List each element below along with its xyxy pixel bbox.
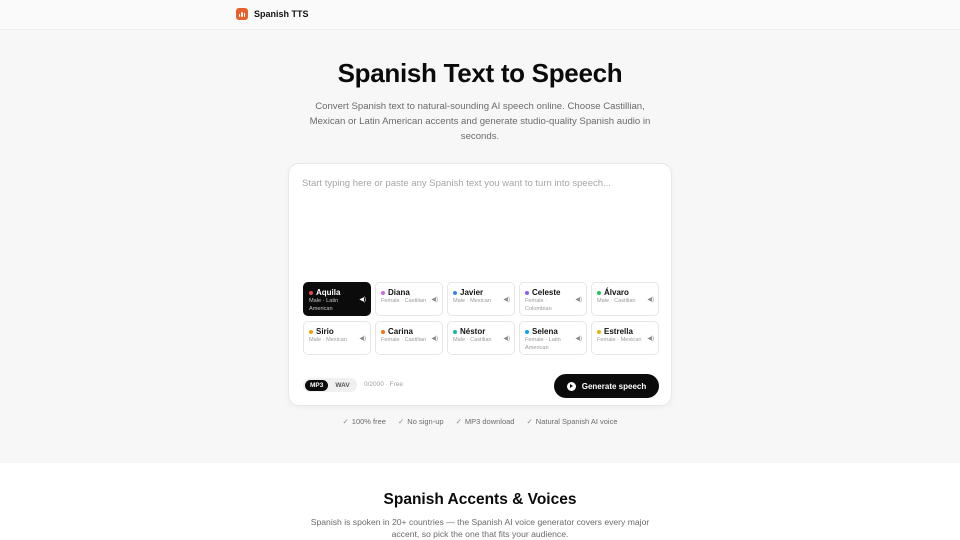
voice-name-label: Aquila (316, 288, 341, 297)
feature-item: ✓ No sign-up (398, 417, 444, 426)
play-icon (566, 381, 576, 391)
voice-color-dot (453, 329, 457, 334)
voice-name-label: Néstor (460, 327, 486, 336)
voice-name-label: Carina (388, 327, 413, 336)
voice-color-dot (525, 329, 529, 334)
brand-link[interactable]: Spanish TTS (236, 8, 309, 20)
speaker-icon[interactable]: ◀) (431, 296, 438, 303)
voice-card[interactable]: Javier Male · Mexican ◀) (447, 282, 515, 316)
check-icon: ✓ (342, 417, 349, 426)
voice-name: Javier (453, 288, 483, 297)
voice-meta: Female · Latin American (525, 337, 561, 351)
voice-color-dot (453, 290, 457, 295)
speaker-icon[interactable]: ◀) (359, 296, 366, 303)
voice-meta: Female · Castilian (381, 337, 427, 343)
voice-meta: Male · Castilian (453, 337, 492, 343)
feature-label: MP3 download (464, 417, 515, 426)
speaker-icon[interactable]: ◀) (647, 335, 654, 342)
feature-label: No sign-up (407, 417, 444, 426)
navbar: Spanish TTS (0, 0, 960, 30)
format-toggle: MP3 WAV (303, 378, 357, 392)
generate-speech-button[interactable]: Generate speech (554, 374, 659, 398)
voice-meta: Female · Mexican (597, 337, 642, 343)
voice-card[interactable]: Estrella Female · Mexican ◀) (591, 321, 659, 355)
voice-name: Estrella (597, 327, 633, 336)
accents-section-title: Spanish Accents & Voices (383, 491, 577, 508)
voice-name: Carina (381, 327, 413, 336)
feature-label: 100% free (351, 417, 386, 426)
format-mp3-button[interactable]: MP3 (305, 379, 329, 391)
voice-color-dot (381, 290, 385, 295)
voice-card[interactable]: Diana Female · Castilian ◀) (375, 282, 443, 316)
speaker-icon[interactable]: ◀) (575, 296, 582, 303)
page-title: Spanish Text to Speech (337, 58, 623, 88)
voice-name: Álvaro (597, 288, 629, 297)
voice-meta: Female · Colombian (525, 298, 552, 312)
format-wav-button[interactable]: WAV (330, 380, 354, 391)
voice-color-dot (597, 290, 601, 295)
check-icon: ✓ (455, 417, 462, 426)
voice-name: Aquila (309, 288, 340, 297)
brand-name: Spanish TTS (254, 9, 309, 19)
voice-name-label: Álvaro (604, 288, 629, 297)
voice-card[interactable]: Celeste Female · Colombian ◀) (519, 282, 587, 316)
feature-item: ✓ MP3 download (456, 417, 515, 426)
feature-item: ✓ Natural Spanish AI voice (526, 417, 617, 426)
speaker-icon[interactable]: ◀) (359, 335, 366, 342)
voice-name: Selena (525, 327, 558, 336)
voice-name: Sirio (309, 327, 334, 336)
voice-meta: Female · Castilian (381, 298, 427, 304)
voice-meta: Male · Latin American (309, 298, 339, 312)
check-icon: ✓ (397, 417, 405, 426)
voice-name-label: Sirio (316, 327, 334, 336)
voice-name-label: Javier (460, 288, 484, 297)
feature-list: ✓ 100% free ✓ No sign-up ✓ MP3 download ✓ Na… (0, 417, 960, 426)
voice-color-dot (309, 329, 313, 334)
feature-label: Natural Spanish AI voice (535, 417, 618, 426)
accents-section-subtitle: Spanish is spoken in 20+ countries — the… (310, 517, 650, 539)
voice-meta: Male · Mexican (453, 298, 491, 304)
speaker-icon[interactable]: ◀) (647, 296, 654, 303)
speaker-icon[interactable]: ◀) (431, 335, 438, 342)
voice-name-label: Diana (388, 288, 410, 297)
voice-card[interactable]: Aquila Male · Latin American ◀) (303, 282, 371, 316)
voice-card[interactable]: Carina Female · Castilian ◀) (375, 321, 443, 355)
check-icon: ✓ (526, 417, 533, 426)
voice-card[interactable]: Álvaro Male · Castilian ◀) (591, 282, 659, 316)
voice-color-dot (597, 329, 601, 334)
voice-name: Celeste (525, 288, 560, 297)
voice-name: Diana (381, 288, 410, 297)
speaker-icon[interactable]: ◀) (575, 335, 582, 342)
voice-color-dot (381, 329, 385, 334)
voice-color-dot (309, 290, 313, 295)
voice-name-label: Estrella (604, 327, 633, 336)
character-counter: 0/2000 · Free (364, 381, 404, 388)
feature-item: ✓ 100% free (342, 417, 386, 426)
voice-name-label: Selena (532, 327, 558, 336)
voice-name: Néstor (453, 327, 485, 336)
speaker-icon[interactable]: ◀) (503, 335, 510, 342)
sound-wave-logo-icon (236, 8, 248, 20)
voice-name-label: Celeste (532, 288, 561, 297)
voice-meta: Male · Mexican (309, 337, 347, 343)
text-input[interactable] (302, 178, 658, 278)
speaker-icon[interactable]: ◀) (503, 296, 510, 303)
page-subtitle: Convert Spanish text to natural-sounding… (309, 101, 651, 142)
voice-meta: Male · Castilian (597, 298, 636, 304)
tts-editor-card: AquilaMale · Latin American◀)DianaFemale… (288, 163, 672, 406)
voice-card[interactable]: Néstor Male · Castilian ◀) (447, 321, 515, 355)
voice-card[interactable]: Sirio Male · Mexican ◀) (303, 321, 371, 355)
generate-label: Generate speech (581, 381, 647, 391)
voice-card[interactable]: Selena Female · Latin American ◀) (519, 321, 587, 355)
voice-color-dot (525, 290, 529, 295)
